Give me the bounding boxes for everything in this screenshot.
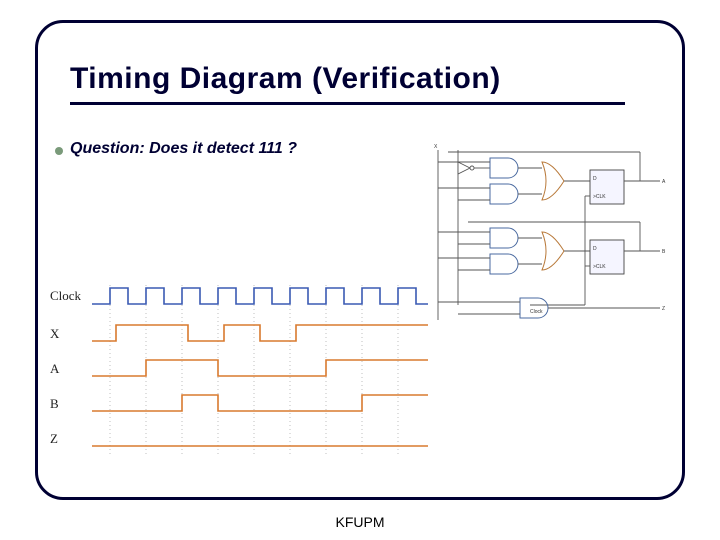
signal-label-z: Z	[50, 431, 58, 446]
ff-d-label: D	[593, 176, 597, 182]
and-gate-icon	[490, 228, 518, 248]
ff-clk-label: >CLK	[593, 194, 606, 200]
ff-d-label: D	[593, 246, 597, 252]
b-waveform	[92, 395, 428, 411]
signal-label-a: A	[50, 361, 60, 376]
clock-waveform	[92, 288, 428, 304]
x-waveform	[92, 325, 428, 341]
footer-text: KFUPM	[0, 514, 720, 530]
and-gate-icon	[490, 158, 518, 178]
slide-title: Timing Diagram (Verification)	[70, 62, 501, 96]
circuit-diagram: X D >CLK A D >CLK B	[430, 140, 682, 340]
timing-gridlines	[110, 285, 398, 455]
signal-label-x: X	[50, 326, 60, 341]
signal-label-clock: Clock	[50, 288, 82, 303]
and-gate-icon	[520, 298, 548, 318]
inverter-icon	[458, 162, 474, 174]
input-x-label: X	[434, 144, 438, 150]
output-z-label: Z	[662, 306, 665, 312]
title-underline	[70, 102, 625, 105]
a-waveform	[92, 360, 428, 376]
bullet-icon	[55, 147, 63, 155]
and-gate-icon	[490, 254, 518, 274]
or-gate-icon	[542, 162, 564, 200]
output-b-label: B	[662, 249, 666, 255]
ff-clk-label: >CLK	[593, 264, 606, 270]
timing-diagram: Clock X A B Z	[50, 280, 430, 470]
clock-label: Clock	[530, 309, 543, 315]
output-a-label: A	[662, 179, 666, 185]
or-gate-icon	[542, 232, 564, 270]
and-gate-icon	[490, 184, 518, 204]
signal-label-b: B	[50, 396, 59, 411]
question-text: Question: Does it detect 111 ?	[70, 140, 297, 158]
